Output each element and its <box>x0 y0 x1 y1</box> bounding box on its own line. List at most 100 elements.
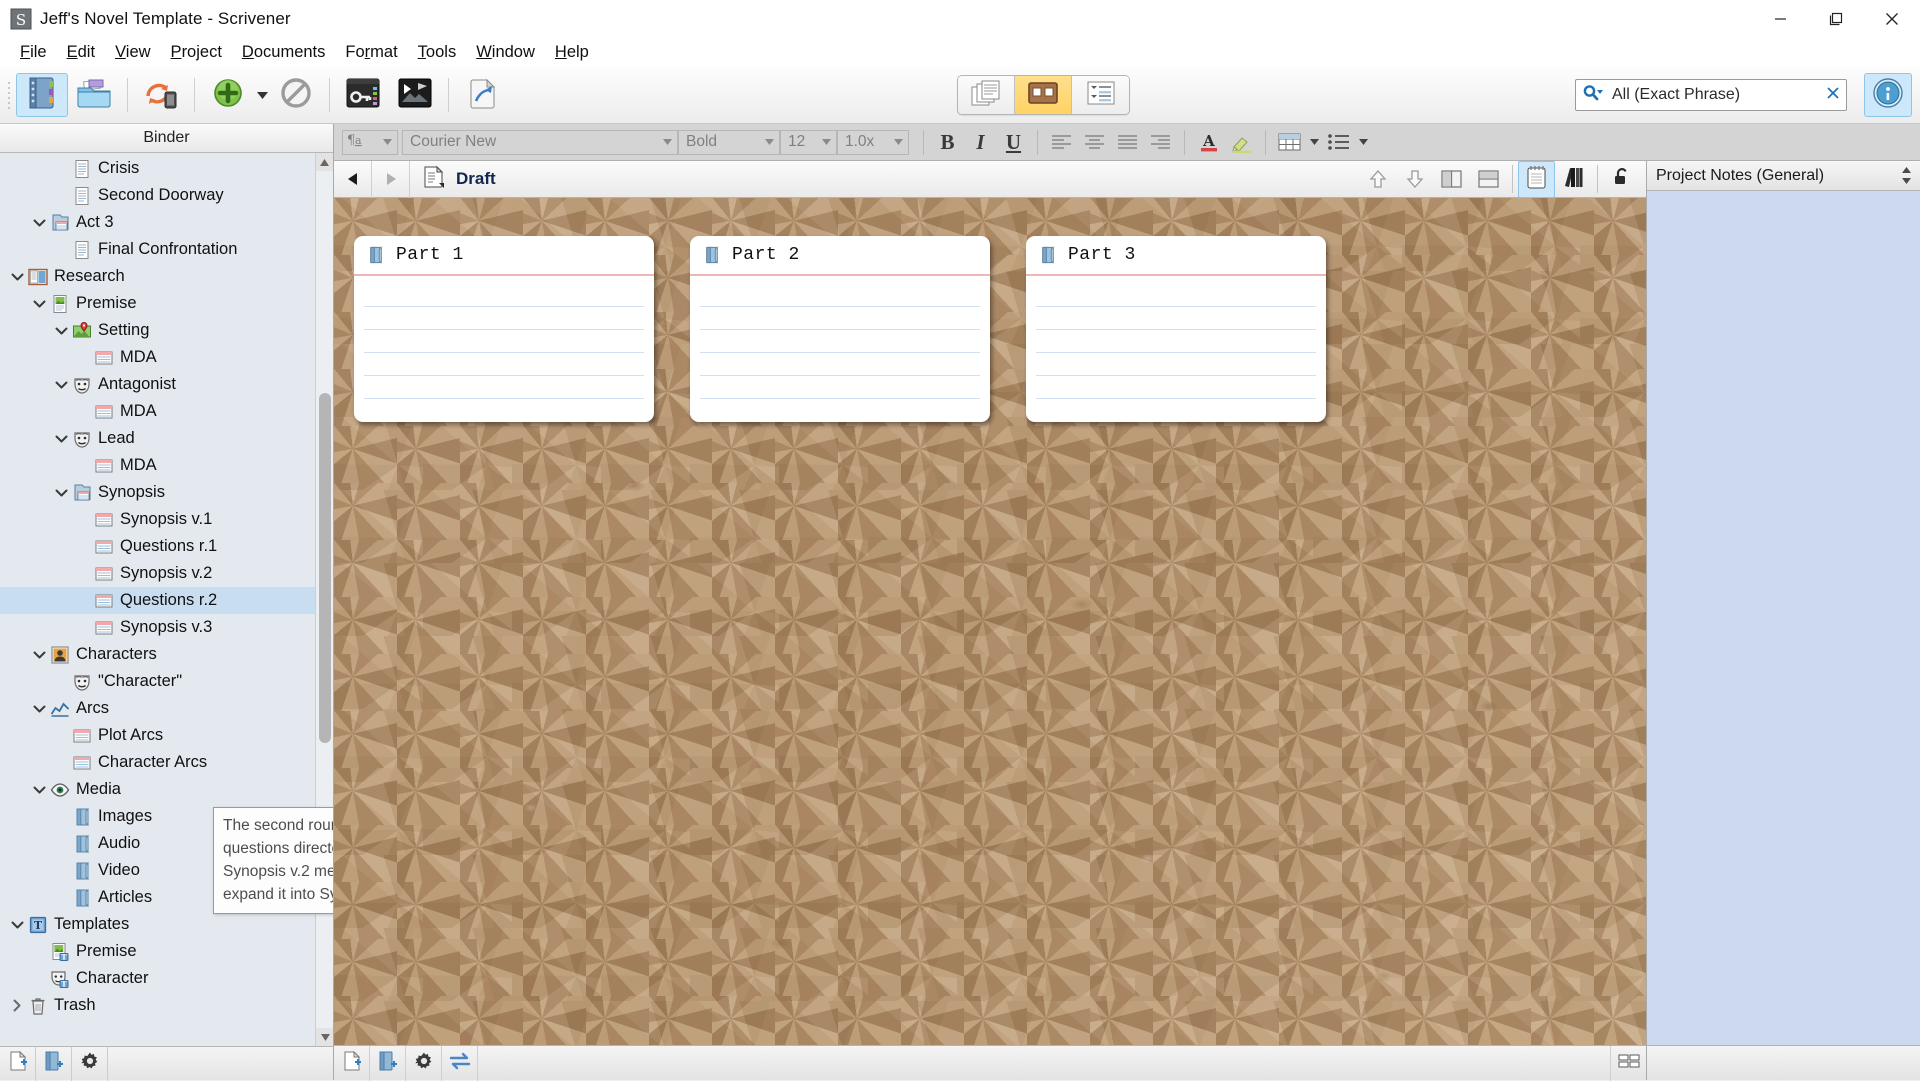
binder-item-act-3[interactable]: Act 3 <box>0 209 333 236</box>
card-synopsis[interactable] <box>1026 276 1326 422</box>
scroll-down-arrow[interactable] <box>316 1028 333 1046</box>
index-card[interactable]: Part 2 <box>690 236 990 422</box>
chevron-down-icon[interactable] <box>888 139 908 145</box>
chevron-expanded-icon[interactable] <box>6 272 28 282</box>
menu-documents[interactable]: Documents <box>232 41 335 64</box>
back-button[interactable] <box>334 160 372 198</box>
search-box[interactable]: All (Exact Phrase) <box>1575 79 1847 111</box>
close-button[interactable] <box>1864 0 1920 37</box>
binder-item-templates[interactable]: T Templates <box>0 911 333 938</box>
binder-item-questions-r-2[interactable]: Questions r.2 <box>0 587 333 614</box>
binder-item-setting[interactable]: Setting <box>0 317 333 344</box>
font-size-combo[interactable]: 12 <box>780 129 837 155</box>
minimize-button[interactable] <box>1752 0 1808 37</box>
binder-item-research[interactable]: Research <box>0 263 333 290</box>
new-folder-button[interactable] <box>36 1046 72 1081</box>
view-mode-outliner[interactable] <box>1072 76 1129 114</box>
snapshots-tab[interactable] <box>1555 161 1592 198</box>
chevron-expanded-icon[interactable] <box>28 299 50 309</box>
chevron-expanded-icon[interactable] <box>28 704 50 714</box>
menu-help[interactable]: Help <box>545 41 599 64</box>
chevron-expanded-icon[interactable] <box>6 920 28 930</box>
menu-project[interactable]: Project <box>161 41 232 64</box>
chevron-down-icon[interactable] <box>657 139 677 145</box>
inspector-notes-tab[interactable] <box>1518 160 1555 198</box>
split-vertical-button[interactable] <box>1433 161 1470 198</box>
underline-button[interactable]: U <box>997 128 1030 156</box>
binder-item-second-doorway[interactable]: Second Doorway <box>0 182 333 209</box>
menu-window[interactable]: Window <box>466 41 545 64</box>
binder-item-mda[interactable]: MDA <box>0 452 333 479</box>
binder-item-plot-arcs[interactable]: Plot Arcs <box>0 722 333 749</box>
chevron-expanded-icon[interactable] <box>28 785 50 795</box>
binder-item-synopsis-v-3[interactable]: Synopsis v.3 <box>0 614 333 641</box>
menu-format[interactable]: Format <box>335 41 407 64</box>
line-spacing-combo[interactable]: 1.0x <box>837 129 909 155</box>
project-notes-textarea[interactable] <box>1647 191 1920 1045</box>
sync-button[interactable] <box>135 73 187 117</box>
text-color-button[interactable]: A <box>1192 128 1225 156</box>
binder-item-premise[interactable]: Premise <box>0 290 333 317</box>
view-mode-scrivenings[interactable] <box>958 76 1015 114</box>
highlight-button[interactable] <box>1225 128 1258 156</box>
chevron-expanded-icon[interactable] <box>50 326 72 336</box>
binder-item-character-arcs[interactable]: Character Arcs <box>0 749 333 776</box>
chevron-expanded-icon[interactable] <box>50 488 72 498</box>
card-synopsis[interactable] <box>354 276 654 422</box>
compile-button[interactable] <box>456 73 508 117</box>
align-right-button[interactable] <box>1144 128 1177 156</box>
table-button[interactable] <box>1273 128 1306 156</box>
index-card[interactable]: Part 1 <box>354 236 654 422</box>
menu-tools[interactable]: Tools <box>408 41 467 64</box>
menu-file[interactable]: File <box>10 41 57 64</box>
corkboard-layout-button[interactable] <box>1610 1045 1646 1081</box>
binder-scroll-area[interactable]: Crisis Second Doorway Act 3 Final Confronta… <box>0 153 333 1046</box>
menu-edit[interactable]: Edit <box>57 41 105 64</box>
keywords-button[interactable] <box>337 73 389 117</box>
font-family-combo[interactable]: Courier New <box>402 129 678 155</box>
lock-editor-button[interactable] <box>1603 161 1640 198</box>
move-down-button[interactable] <box>1396 161 1433 198</box>
list-dropdown-caret[interactable] <box>1355 120 1371 164</box>
table-dropdown-caret[interactable] <box>1306 120 1322 164</box>
binder-item-media[interactable]: Media <box>0 776 333 803</box>
corkboard-options-button[interactable] <box>406 1045 442 1081</box>
chevron-down-icon[interactable] <box>816 139 836 145</box>
menu-view[interactable]: View <box>105 41 160 64</box>
search-input[interactable]: All (Exact Phrase) <box>1604 86 1826 104</box>
binder-toggle-button[interactable] <box>16 73 68 117</box>
index-card[interactable]: Part 3 <box>1026 236 1326 422</box>
binder-item-final-confrontation[interactable]: Final Confrontation <box>0 236 333 263</box>
binder-item-synopsis[interactable]: Synopsis <box>0 479 333 506</box>
no-style-button[interactable] <box>270 73 322 117</box>
toolbar-grip[interactable] <box>4 74 13 116</box>
binder-item-synopsis-v-1[interactable]: Synopsis v.1 <box>0 506 333 533</box>
chevron-down-icon[interactable] <box>377 139 397 145</box>
chevron-expanded-icon[interactable] <box>28 650 50 660</box>
scroll-up-arrow[interactable] <box>316 153 333 171</box>
add-dropdown-caret[interactable] <box>254 73 270 117</box>
binder-item-character[interactable]: T Character <box>0 965 333 992</box>
scrollbar-thumb[interactable] <box>319 393 331 743</box>
arrange-swap-button[interactable] <box>442 1045 478 1081</box>
inspector-header[interactable]: Project Notes (General) <box>1647 161 1920 191</box>
binder-item-mda[interactable]: MDA <box>0 398 333 425</box>
collections-button[interactable] <box>68 73 120 117</box>
align-left-button[interactable] <box>1045 128 1078 156</box>
search-magnifier-icon[interactable] <box>1582 84 1604 107</box>
search-clear-icon[interactable] <box>1826 85 1840 105</box>
media-button[interactable] <box>389 73 441 117</box>
binder-item-questions-r-1[interactable]: Questions r.1 <box>0 533 333 560</box>
chevron-expanded-icon[interactable] <box>50 380 72 390</box>
binder-item-character[interactable]: "Character" <box>0 668 333 695</box>
italic-button[interactable]: I <box>964 128 997 156</box>
binder-item-premise[interactable]: T Premise <box>0 938 333 965</box>
align-justify-button[interactable] <box>1111 128 1144 156</box>
new-document-button[interactable] <box>0 1046 36 1081</box>
binder-item-characters[interactable]: Characters <box>0 641 333 668</box>
chevron-collapsed-icon[interactable] <box>6 999 28 1012</box>
chevron-expanded-icon[interactable] <box>50 434 72 444</box>
binder-item-trash[interactable]: Trash <box>0 992 333 1019</box>
up-down-stepper-icon[interactable] <box>1898 167 1914 184</box>
binder-item-mda[interactable]: MDA <box>0 344 333 371</box>
